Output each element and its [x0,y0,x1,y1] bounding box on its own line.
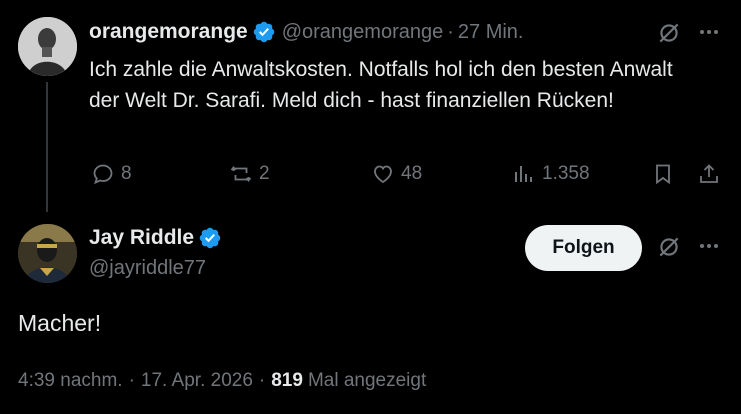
repost-icon [230,166,252,182]
verified-badge-icon [252,20,276,44]
repost-button[interactable]: 2 [229,162,270,186]
author-name[interactable]: Jay Riddle [89,226,194,250]
author-name[interactable]: orangemorange [89,20,248,44]
reply-button[interactable]: 8 [91,162,132,186]
views-icon [515,166,532,182]
parent-tweet-header: orangemorange @orangemorange · 27 Min. [89,20,523,44]
like-button[interactable]: 48 [371,162,422,186]
more-icon[interactable] [697,22,721,47]
separator-dot: · [258,370,266,391]
share-button[interactable] [697,162,721,186]
tweet-date[interactable]: 17. Apr. 2026 [141,370,253,392]
tweet-time[interactable]: 4:39 nachm. [18,370,123,392]
reply-count: 8 [121,163,132,184]
grok-icon[interactable] [656,20,682,51]
views-label: Mal angezeigt [307,370,427,391]
separator-dot: · [128,370,135,391]
avatar[interactable] [18,224,77,283]
reply-handle-row: @jayriddle77 [89,257,206,280]
avatar[interactable] [18,17,77,76]
timestamp[interactable]: 27 Min. [458,21,524,44]
author-handle[interactable]: @jayriddle77 [89,257,206,280]
views-count: 819 [271,370,303,391]
separator-dot: · [447,20,454,43]
tweet-meta: 4:39 nachm. · 17. Apr. 2026 · 819 Mal an… [18,370,426,392]
author-handle[interactable]: @orangemorange [282,21,444,44]
bookmark-button[interactable] [651,162,675,186]
bookmark-icon [656,164,670,185]
share-icon [700,164,718,183]
verified-badge-icon [198,226,222,250]
reply-tweet-header: Jay Riddle [89,226,222,250]
like-count: 48 [401,163,423,184]
grok-icon[interactable] [656,234,682,265]
reply-icon [93,164,113,185]
tweet-text: Macher! [18,310,102,336]
thread-connector-line [46,82,48,212]
follow-button[interactable]: Folgen [525,225,642,271]
views-button[interactable]: 1.358 [512,162,590,186]
like-icon [374,165,392,184]
more-icon[interactable] [697,236,721,261]
tweet-text: Ich zahle die Anwaltskosten. Notfalls ho… [89,58,673,112]
views-count: 1.358 [542,163,590,184]
repost-count: 2 [259,163,270,184]
